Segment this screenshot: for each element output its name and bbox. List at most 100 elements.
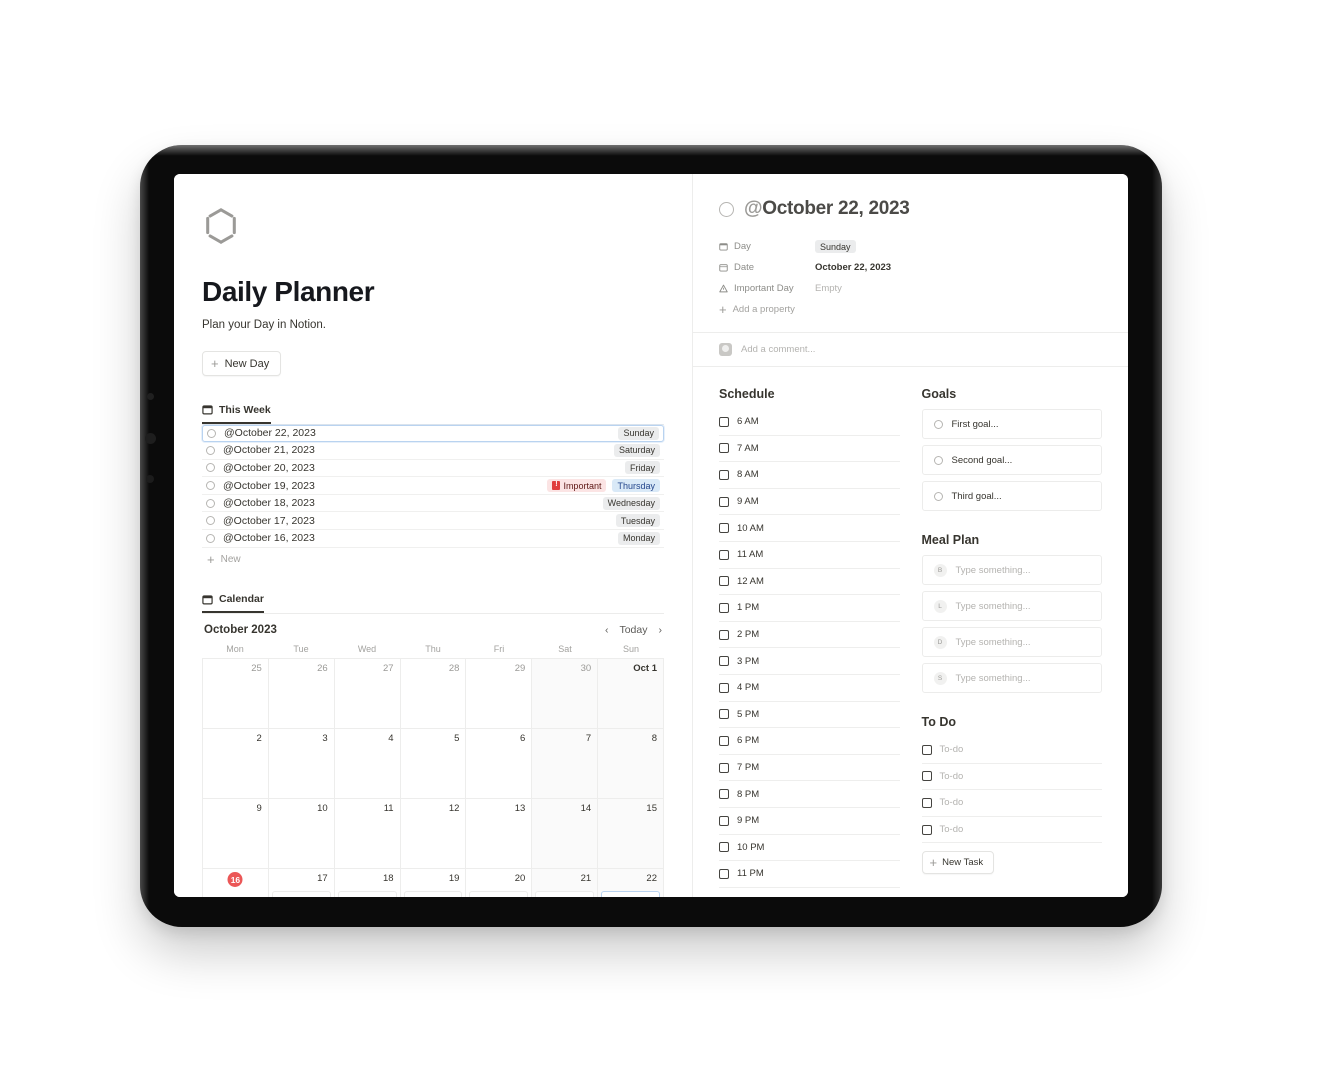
schedule-row[interactable]: 7 AM [719,436,900,463]
week-row[interactable]: @October 20, 2023 Friday [202,460,664,478]
checkbox[interactable] [719,549,729,560]
calendar-cell[interactable]: 1616 [203,869,269,897]
checkbox[interactable] [921,797,932,808]
checkbox[interactable] [719,576,729,587]
circle-outline-icon[interactable] [933,455,943,465]
circle-outline-icon[interactable] [207,428,216,438]
circle-outline-icon[interactable] [206,445,215,455]
goal-card[interactable]: Second goal... [921,445,1102,475]
circle-outline-icon[interactable] [206,498,215,508]
calendar-cell[interactable]: 5 [400,729,467,800]
calendar-cell[interactable]: 28 [400,659,467,730]
todo-row[interactable]: To-do [921,817,1102,844]
meal-card[interactable]: B Type something... [921,555,1102,585]
checkbox[interactable] [921,744,932,755]
calendar-cell[interactable]: 17 [269,869,335,897]
checkbox[interactable] [719,469,729,480]
tab-this-week[interactable]: This Week [202,404,271,424]
checkbox[interactable] [719,735,729,746]
schedule-row[interactable]: 11 PM [719,861,900,888]
circle-outline-icon[interactable] [206,533,215,543]
schedule-row[interactable]: 8 AM [719,462,900,489]
todo-row[interactable]: To-do [921,737,1102,764]
property-row[interactable]: Day Sunday [719,236,1102,257]
todo-row[interactable]: To-do [921,790,1102,817]
checkbox[interactable] [719,789,729,800]
circle-outline-icon[interactable] [933,419,943,429]
calendar-today-button[interactable]: Today [619,624,647,636]
schedule-row[interactable]: 3 PM [719,648,900,675]
calendar-cell[interactable]: 25 [203,659,269,730]
schedule-row[interactable]: 11 AM [719,542,900,569]
calendar-cell[interactable]: 12 [400,799,467,870]
calendar-cell[interactable]: 14 [532,799,599,870]
calendar-cell[interactable]: 6 [466,729,533,800]
checkbox[interactable] [921,824,932,835]
schedule-row[interactable]: 9 PM [719,808,900,835]
new-task-button[interactable]: + New Task [921,851,995,875]
property-row[interactable]: Date October 22, 2023 [719,257,1102,278]
new-day-button[interactable]: + New Day [202,351,282,376]
calendar-cell[interactable]: 20 [466,869,533,897]
schedule-row[interactable]: 2 PM [719,622,900,649]
checkbox[interactable] [719,656,729,667]
week-row[interactable]: @October 18, 2023 Wednesday [202,495,664,513]
calendar-event-chip[interactable] [403,891,463,897]
circle-outline-icon[interactable] [206,481,215,491]
calendar-cell[interactable]: 3 [268,729,335,800]
schedule-row[interactable]: 9 AM [719,489,900,516]
schedule-row[interactable]: 10 AM [719,515,900,542]
calendar-event-chip[interactable] [271,891,331,897]
calendar-cell[interactable]: 15 [598,799,664,870]
checkbox[interactable] [719,416,729,427]
calendar-cell[interactable]: 30 [532,659,599,730]
circle-outline-icon[interactable] [933,491,943,501]
calendar-cell[interactable]: 2 [203,729,269,800]
circle-outline-icon[interactable] [206,516,215,526]
circle-outline-icon[interactable] [206,463,215,473]
calendar-cell[interactable]: 9 [203,799,269,870]
schedule-row[interactable]: 6 AM [719,409,900,436]
meal-card[interactable]: S Type something... [921,663,1102,693]
week-row[interactable]: @October 19, 2023 Important Thursday [202,477,664,495]
calendar-cell[interactable]: 11 [334,799,401,870]
chevron-right-icon[interactable]: › [659,624,663,636]
week-row[interactable]: @October 21, 2023 Saturday [202,442,664,460]
checkbox[interactable] [719,709,729,720]
week-row[interactable]: @October 17, 2023 Tuesday [202,512,664,531]
checkbox[interactable] [719,842,729,853]
comment-bar[interactable]: Add a comment... [693,332,1128,367]
calendar-cell[interactable]: 8 [598,729,664,800]
checkbox[interactable] [719,815,729,826]
calendar-cell[interactable]: 26 [268,659,335,730]
tab-calendar[interactable]: Calendar [202,593,264,614]
checkbox[interactable] [719,762,729,773]
calendar-event-chip[interactable] [535,891,595,897]
calendar-cell[interactable]: 18 [335,869,401,897]
schedule-row[interactable]: 8 PM [719,781,900,808]
checkbox[interactable] [719,443,729,454]
schedule-row[interactable]: 7 PM [719,755,900,782]
checkbox[interactable] [719,868,729,879]
schedule-row[interactable]: 10 PM [719,835,900,862]
chevron-left-icon[interactable]: ‹ [605,624,609,636]
circle-outline-icon[interactable] [719,201,734,217]
calendar-cell[interactable]: 13 [466,799,533,870]
calendar-cell[interactable]: 10 [268,799,335,870]
calendar-event-chip[interactable] [206,891,265,897]
schedule-row[interactable]: 12 AM [719,569,900,596]
meal-card[interactable]: D Type something... [921,627,1102,657]
week-row[interactable]: @October 22, 2023 Sunday [202,424,664,443]
calendar-cell[interactable]: 22 [598,869,664,897]
calendar-cell[interactable]: 4 [334,729,401,800]
schedule-row[interactable]: 1 PM [719,595,900,622]
schedule-row[interactable]: 4 PM [719,675,900,702]
calendar-cell[interactable]: 19 [401,869,467,897]
checkbox[interactable] [719,629,729,640]
add-property-button[interactable]: + Add a property [719,299,1102,320]
calendar-cell[interactable]: 7 [532,729,599,800]
calendar-cell[interactable]: 21 [532,869,599,897]
todo-row[interactable]: To-do [921,764,1102,791]
calendar-cell[interactable]: 29 [466,659,533,730]
checkbox[interactable] [719,523,729,534]
